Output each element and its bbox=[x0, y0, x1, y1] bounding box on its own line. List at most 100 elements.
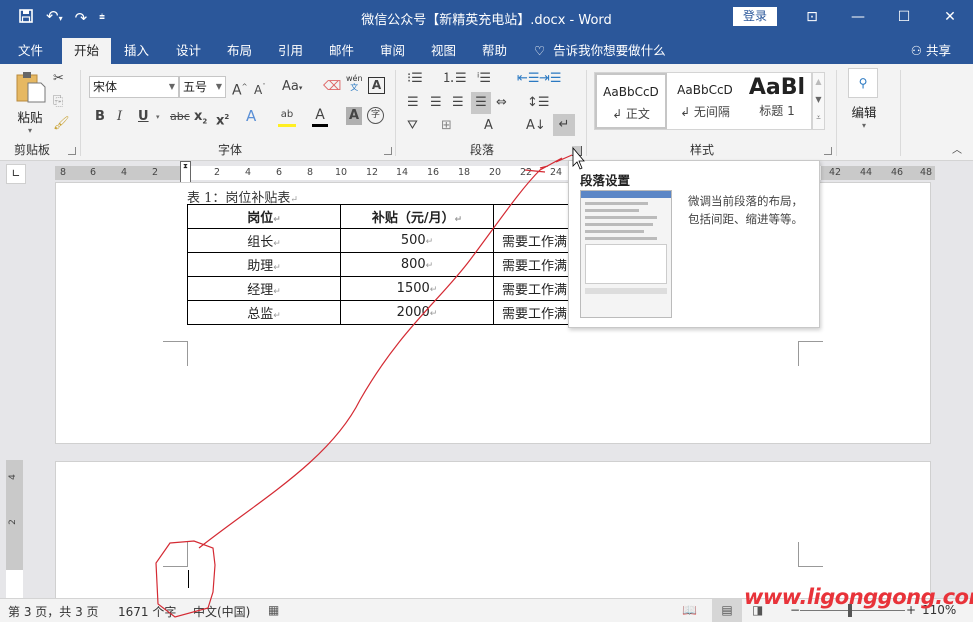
gallery-more-icon: ⩡ bbox=[816, 113, 821, 122]
subscript-icon[interactable]: x2 bbox=[194, 108, 207, 131]
tab-help[interactable]: 帮助 bbox=[482, 38, 507, 64]
ruler-tick: 16 bbox=[426, 167, 440, 178]
vertical-scrollbar[interactable] bbox=[958, 186, 970, 596]
style-no-spacing[interactable]: AaBbCcD ↲ 无间隔 bbox=[669, 73, 741, 129]
highlight-color-icon[interactable]: ab bbox=[278, 106, 296, 127]
vertical-ruler[interactable]: 4 2 bbox=[6, 460, 23, 600]
change-case-button[interactable]: Aa▾ bbox=[282, 78, 302, 97]
character-shading-icon[interactable]: A bbox=[346, 107, 362, 125]
table-cell[interactable]: 500↵ bbox=[340, 228, 494, 253]
italic-icon[interactable]: I bbox=[117, 108, 122, 126]
header-cell[interactable] bbox=[493, 204, 570, 229]
table-cell[interactable]: 需要工作满 bbox=[493, 300, 570, 325]
close-icon[interactable]: ✕ bbox=[927, 0, 973, 34]
table-cell[interactable]: 总监↵ bbox=[187, 300, 341, 325]
ruler-tick: 20 bbox=[488, 167, 502, 178]
underline-icon[interactable]: U bbox=[138, 108, 149, 126]
font-size-combo[interactable]: 五号 ▼ bbox=[179, 76, 226, 98]
share-button[interactable]: ⚇ 共享 bbox=[911, 38, 951, 64]
tab-review[interactable]: 审阅 bbox=[380, 38, 405, 64]
paragraph-launcher-button[interactable] bbox=[572, 146, 582, 156]
multilevel-list-icon[interactable]: ⁱ☰ bbox=[477, 70, 491, 88]
tab-mailings[interactable]: 邮件 bbox=[329, 38, 354, 64]
tooltip-description: 微调当前段落的布局，包括间距、缩进等等。 bbox=[688, 194, 803, 226]
text-effects-icon[interactable]: A bbox=[246, 107, 256, 125]
table-cell[interactable]: 800↵ bbox=[340, 252, 494, 277]
margin-corner-mark bbox=[163, 542, 188, 567]
table-cell[interactable]: 1500↵ bbox=[340, 276, 494, 301]
format-painter-icon[interactable]: 🖌 bbox=[53, 115, 70, 133]
header-cell[interactable]: 补贴（元/月）↵ bbox=[340, 204, 494, 229]
copy-icon[interactable]: ⎘ bbox=[53, 93, 63, 111]
maximize-icon[interactable]: ☐ bbox=[881, 0, 927, 34]
font-color-icon[interactable]: A bbox=[312, 106, 328, 127]
bold-icon[interactable]: B bbox=[95, 108, 105, 126]
styles-launcher-icon[interactable] bbox=[824, 147, 832, 155]
bullets-icon[interactable]: ⁝☰ bbox=[407, 70, 423, 88]
justify-icon[interactable]: ☰ bbox=[471, 92, 491, 114]
table-cell[interactable]: 组长↵ bbox=[187, 228, 341, 253]
tab-layout[interactable]: 布局 bbox=[227, 38, 252, 64]
tab-design[interactable]: 设计 bbox=[176, 38, 201, 64]
document-page[interactable] bbox=[55, 461, 931, 601]
header-cell[interactable]: 岗位↵ bbox=[187, 204, 341, 229]
decrease-indent-icon[interactable]: ⇤☰ bbox=[517, 70, 540, 88]
clipboard-launcher-icon[interactable] bbox=[68, 147, 76, 155]
numbering-icon[interactable]: ⒈☰ bbox=[442, 70, 467, 88]
collapse-ribbon-icon[interactable]: ︿ bbox=[952, 142, 962, 160]
table-cell[interactable]: 需要工作满 bbox=[493, 276, 570, 301]
tab-references[interactable]: 引用 bbox=[278, 38, 303, 64]
asian-layout-icon[interactable]: A bbox=[484, 117, 493, 135]
align-right-icon[interactable]: ☰ bbox=[452, 94, 464, 112]
show-formatting-marks-icon[interactable]: ↵ bbox=[553, 114, 575, 136]
table-cell[interactable]: 需要工作满 bbox=[493, 228, 570, 253]
character-border-icon[interactable]: A bbox=[368, 77, 385, 94]
tab-insert[interactable]: 插入 bbox=[124, 38, 149, 64]
minimize-icon[interactable]: — bbox=[835, 0, 881, 34]
ribbon-display-options-icon[interactable]: ⊡ bbox=[789, 0, 835, 34]
tab-view[interactable]: 视图 bbox=[431, 38, 456, 64]
table-cell[interactable]: 助理↵ bbox=[187, 252, 341, 277]
print-layout-icon[interactable]: ▤ bbox=[712, 599, 742, 622]
style-heading-1[interactable]: AaBl 标题 1 bbox=[743, 73, 811, 129]
cut-icon[interactable]: ✂ bbox=[53, 70, 64, 88]
enclose-characters-icon[interactable]: 字 bbox=[367, 107, 384, 124]
macro-recording-icon[interactable]: ▦ bbox=[268, 603, 279, 617]
login-button[interactable]: 登录 bbox=[733, 7, 777, 26]
read-mode-icon[interactable]: 📖 bbox=[682, 603, 697, 617]
tab-selector[interactable]: ∟ bbox=[6, 164, 26, 184]
align-left-icon[interactable]: ☰ bbox=[407, 94, 419, 112]
distributed-icon[interactable]: ⇔ bbox=[496, 94, 507, 112]
grow-font-icon[interactable]: A^ bbox=[232, 78, 247, 100]
align-center-icon[interactable]: ☰ bbox=[430, 94, 442, 112]
style-normal[interactable]: AaBbCcD ↲ 正文 bbox=[595, 73, 667, 129]
increase-indent-icon[interactable]: ⇥☰ bbox=[539, 70, 562, 88]
text-cursor bbox=[188, 570, 189, 588]
shading-icon[interactable]: ⛛ bbox=[407, 117, 418, 135]
word-count[interactable]: 1671 个字 bbox=[118, 603, 176, 620]
paste-button[interactable]: 粘贴 ▾ bbox=[12, 70, 48, 135]
tab-home[interactable]: 开始 bbox=[62, 38, 112, 64]
font-launcher-icon[interactable] bbox=[384, 147, 392, 155]
tab-file[interactable]: 文件 bbox=[18, 38, 43, 64]
table-cell[interactable]: 经理↵ bbox=[187, 276, 341, 301]
styles-gallery-scroll[interactable]: ▲ ▼ ⩡ bbox=[812, 72, 825, 130]
tell-me-search[interactable]: ♡ 告诉我你想要做什么 bbox=[534, 38, 666, 64]
language-indicator[interactable]: 中文(中国) bbox=[193, 603, 250, 620]
table-cell[interactable]: 需要工作满 bbox=[493, 252, 570, 277]
phonetic-guide-icon[interactable]: wén 文 bbox=[346, 74, 363, 92]
underline-dropdown-icon[interactable]: ▾ bbox=[156, 108, 160, 126]
table-cell[interactable]: 2000↵ bbox=[340, 300, 494, 325]
strikethrough-icon[interactable]: abc bbox=[170, 108, 190, 126]
page-info[interactable]: 第 3 页，共 3 页 bbox=[8, 603, 99, 620]
line-spacing-icon[interactable]: ↕☰ bbox=[527, 94, 550, 112]
superscript-icon[interactable]: x2 bbox=[216, 108, 229, 130]
font-name-combo[interactable]: 宋体 ▼ bbox=[89, 76, 179, 98]
shrink-font-icon[interactable]: Aˇ bbox=[254, 78, 266, 99]
borders-icon[interactable]: ⊞ bbox=[441, 117, 452, 135]
editing-button[interactable]: ⚲ 编辑 ▾ bbox=[848, 68, 880, 130]
table-row: 组长↵ 500↵ 需要工作满 bbox=[187, 228, 570, 253]
clear-formatting-icon[interactable]: ⌫ bbox=[323, 78, 341, 96]
zoom-slider[interactable] bbox=[800, 610, 905, 611]
sort-icon[interactable]: A↓ bbox=[526, 117, 546, 135]
